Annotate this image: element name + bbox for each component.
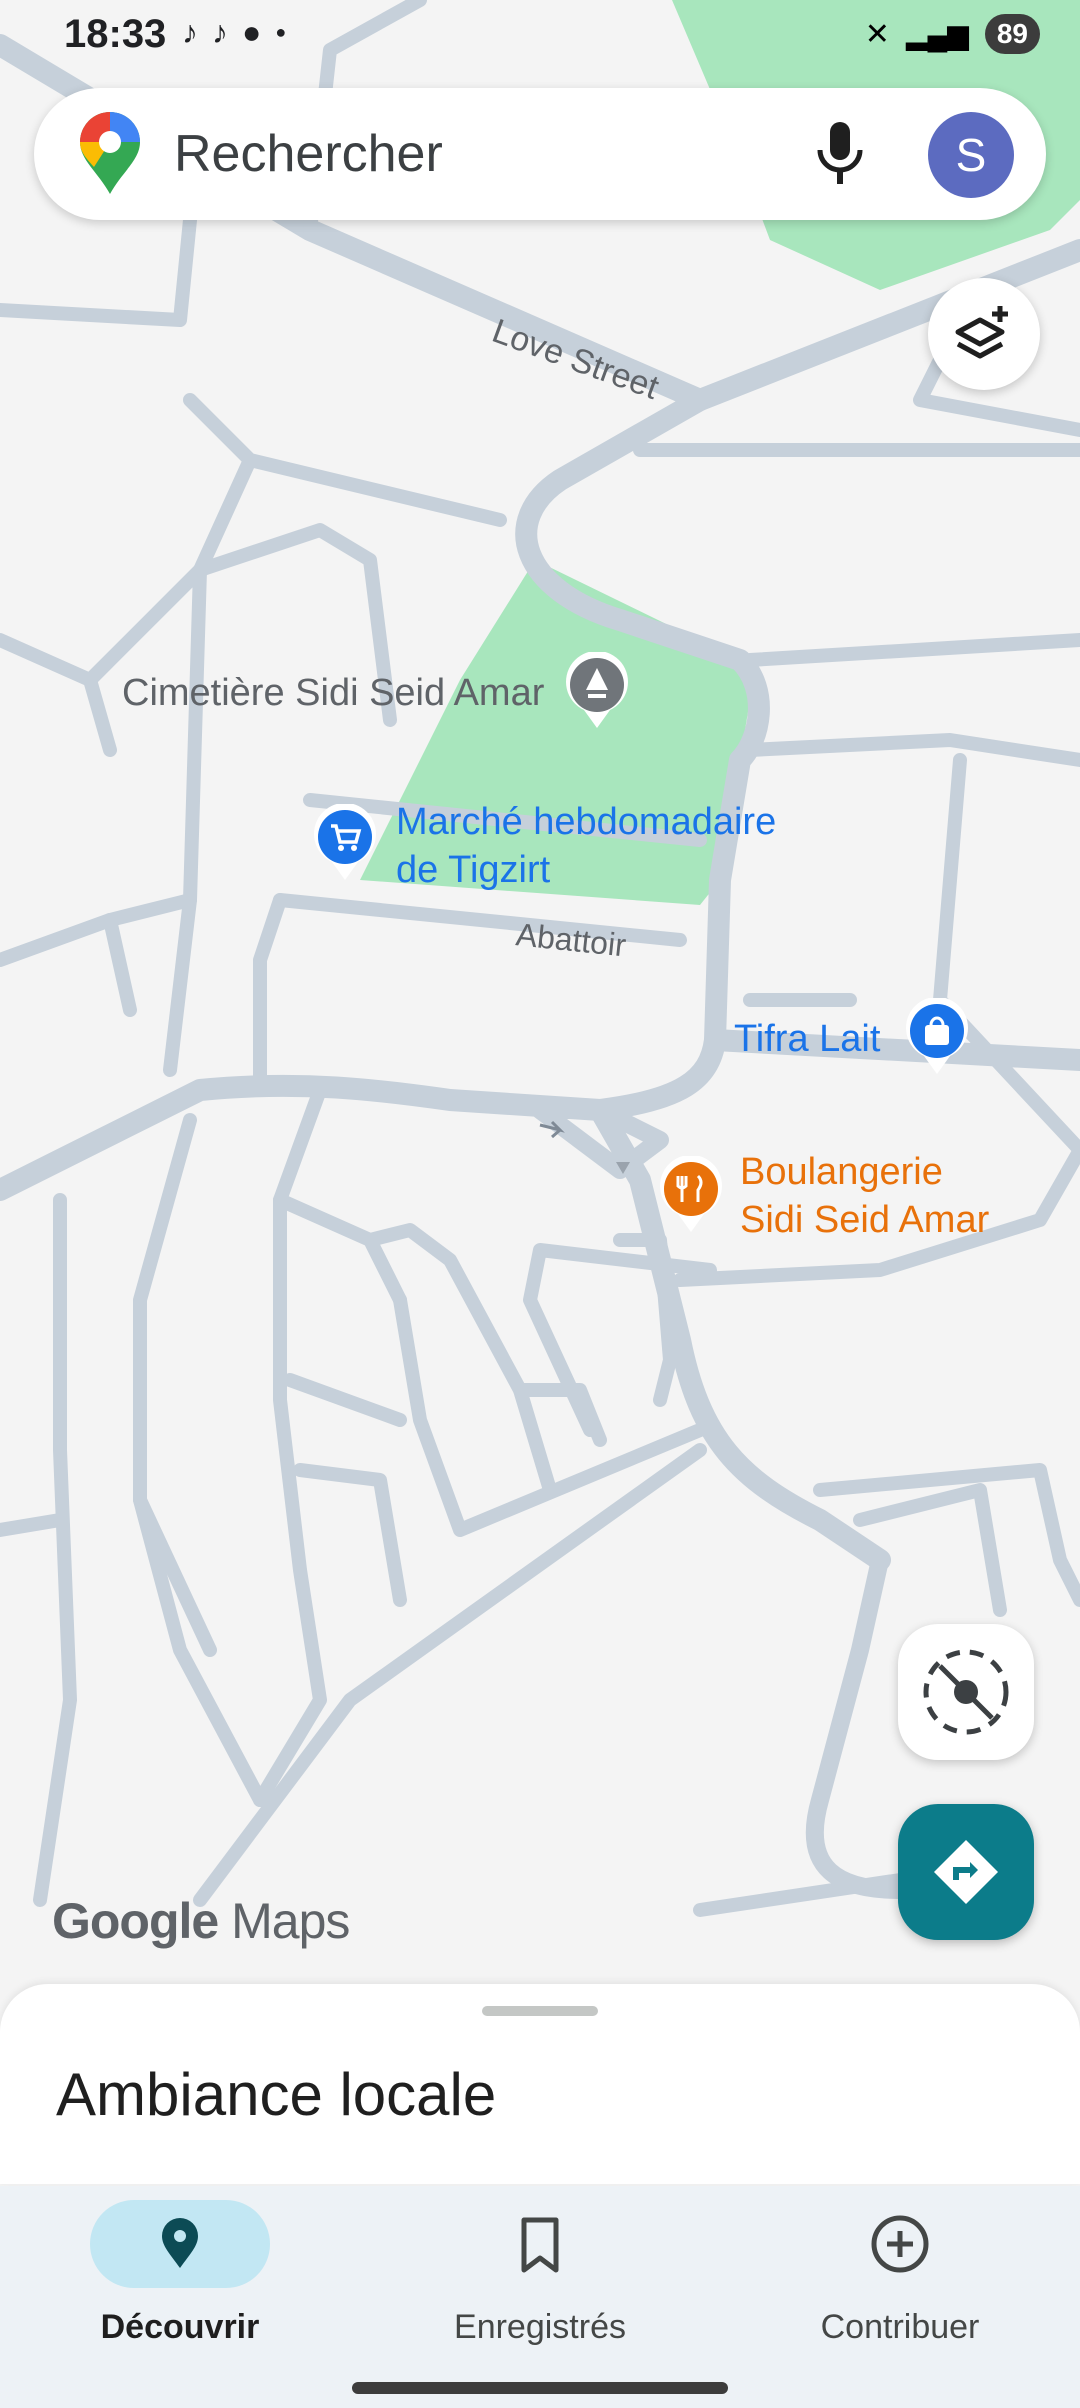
- google-maps-watermark: Google Maps: [52, 1892, 350, 1950]
- sheet-drag-handle[interactable]: [482, 2006, 598, 2016]
- nav-label-enregistres: Enregistrés: [454, 2308, 626, 2346]
- add-circle-icon: [871, 2215, 929, 2273]
- search-input[interactable]: Rechercher: [174, 124, 443, 184]
- nav-item-contribuer[interactable]: Contribuer: [720, 2200, 1080, 2360]
- directions-button[interactable]: [898, 1804, 1034, 1940]
- gesture-home-bar[interactable]: [352, 2382, 728, 2394]
- cemetery-pin-icon[interactable]: [564, 652, 630, 730]
- watermark-google: Google: [52, 1893, 219, 1949]
- bookmark-icon: [521, 2217, 559, 2273]
- vibrate-icon: ✕: [864, 17, 890, 51]
- sheet-title: Ambiance locale: [56, 2061, 497, 2128]
- nav-active-indicator: [90, 2200, 270, 2288]
- layers-button[interactable]: [928, 278, 1040, 390]
- microphone-icon[interactable]: [804, 116, 876, 192]
- bottom-navigation: Découvrir Enregistrés Contribuer: [0, 2186, 1080, 2408]
- bottom-sheet[interactable]: Ambiance locale: [0, 1984, 1080, 2184]
- nav-item-enregistres[interactable]: Enregistrés: [360, 2200, 720, 2360]
- notification-icons: ♪ ♪ ● ●: [182, 14, 286, 51]
- layers-icon: [955, 306, 1008, 359]
- location-off-icon: [923, 1649, 1009, 1735]
- place-label-market[interactable]: Marché hebdomadaire de Tigzirt: [396, 798, 776, 894]
- place-label-market-line1: Marché hebdomadaire: [396, 801, 777, 843]
- tiktok-icon: ♪: [182, 14, 198, 50]
- nav-icon-wrap: [810, 2200, 990, 2288]
- nav-label-decouvrir: Découvrir: [100, 2308, 260, 2346]
- pin-icon: [162, 2218, 198, 2268]
- directions-icon: [934, 1840, 998, 1904]
- nav-item-decouvrir[interactable]: Découvrir: [0, 2200, 360, 2360]
- status-time: 18:33: [64, 12, 167, 56]
- more-notifications-icon: ●: [275, 22, 287, 42]
- search-bar[interactable]: Rechercher S: [34, 88, 1046, 220]
- watermark-maps: Maps: [231, 1893, 350, 1949]
- status-bar: 18:33 ♪ ♪ ● ● ✕ ▂▄▆ 89: [0, 0, 1080, 72]
- place-label-tifra-lait[interactable]: Tifra Lait: [734, 1018, 880, 1061]
- tiktok-lite-icon: ♪: [212, 14, 228, 50]
- battery-level: 89: [984, 14, 1040, 54]
- my-location-button[interactable]: [898, 1624, 1034, 1760]
- place-label-market-line2: de Tigzirt: [396, 849, 551, 891]
- account-avatar[interactable]: S: [928, 112, 1014, 198]
- market-pin-icon[interactable]: [312, 804, 378, 882]
- restaurant-pin-icon[interactable]: [658, 1156, 724, 1234]
- nav-label-contribuer: Contribuer: [820, 2308, 980, 2346]
- place-label-bakery-line2: Sidi Seid Amar: [740, 1199, 990, 1241]
- place-label-bakery-line1: Boulangerie: [740, 1151, 943, 1193]
- place-label-cemetery[interactable]: Cimetière Sidi Seid Amar: [122, 672, 544, 715]
- chat-icon: ●: [242, 14, 262, 50]
- status-right: ✕ ▂▄▆ 89: [865, 14, 1040, 54]
- nav-icon-wrap: [450, 2200, 630, 2288]
- signal-icon: ▂▄▆: [905, 18, 969, 50]
- shop-pin-icon[interactable]: [904, 998, 970, 1076]
- google-maps-logo-icon: [80, 112, 140, 194]
- place-label-bakery[interactable]: Boulangerie Sidi Seid Amar: [740, 1148, 989, 1244]
